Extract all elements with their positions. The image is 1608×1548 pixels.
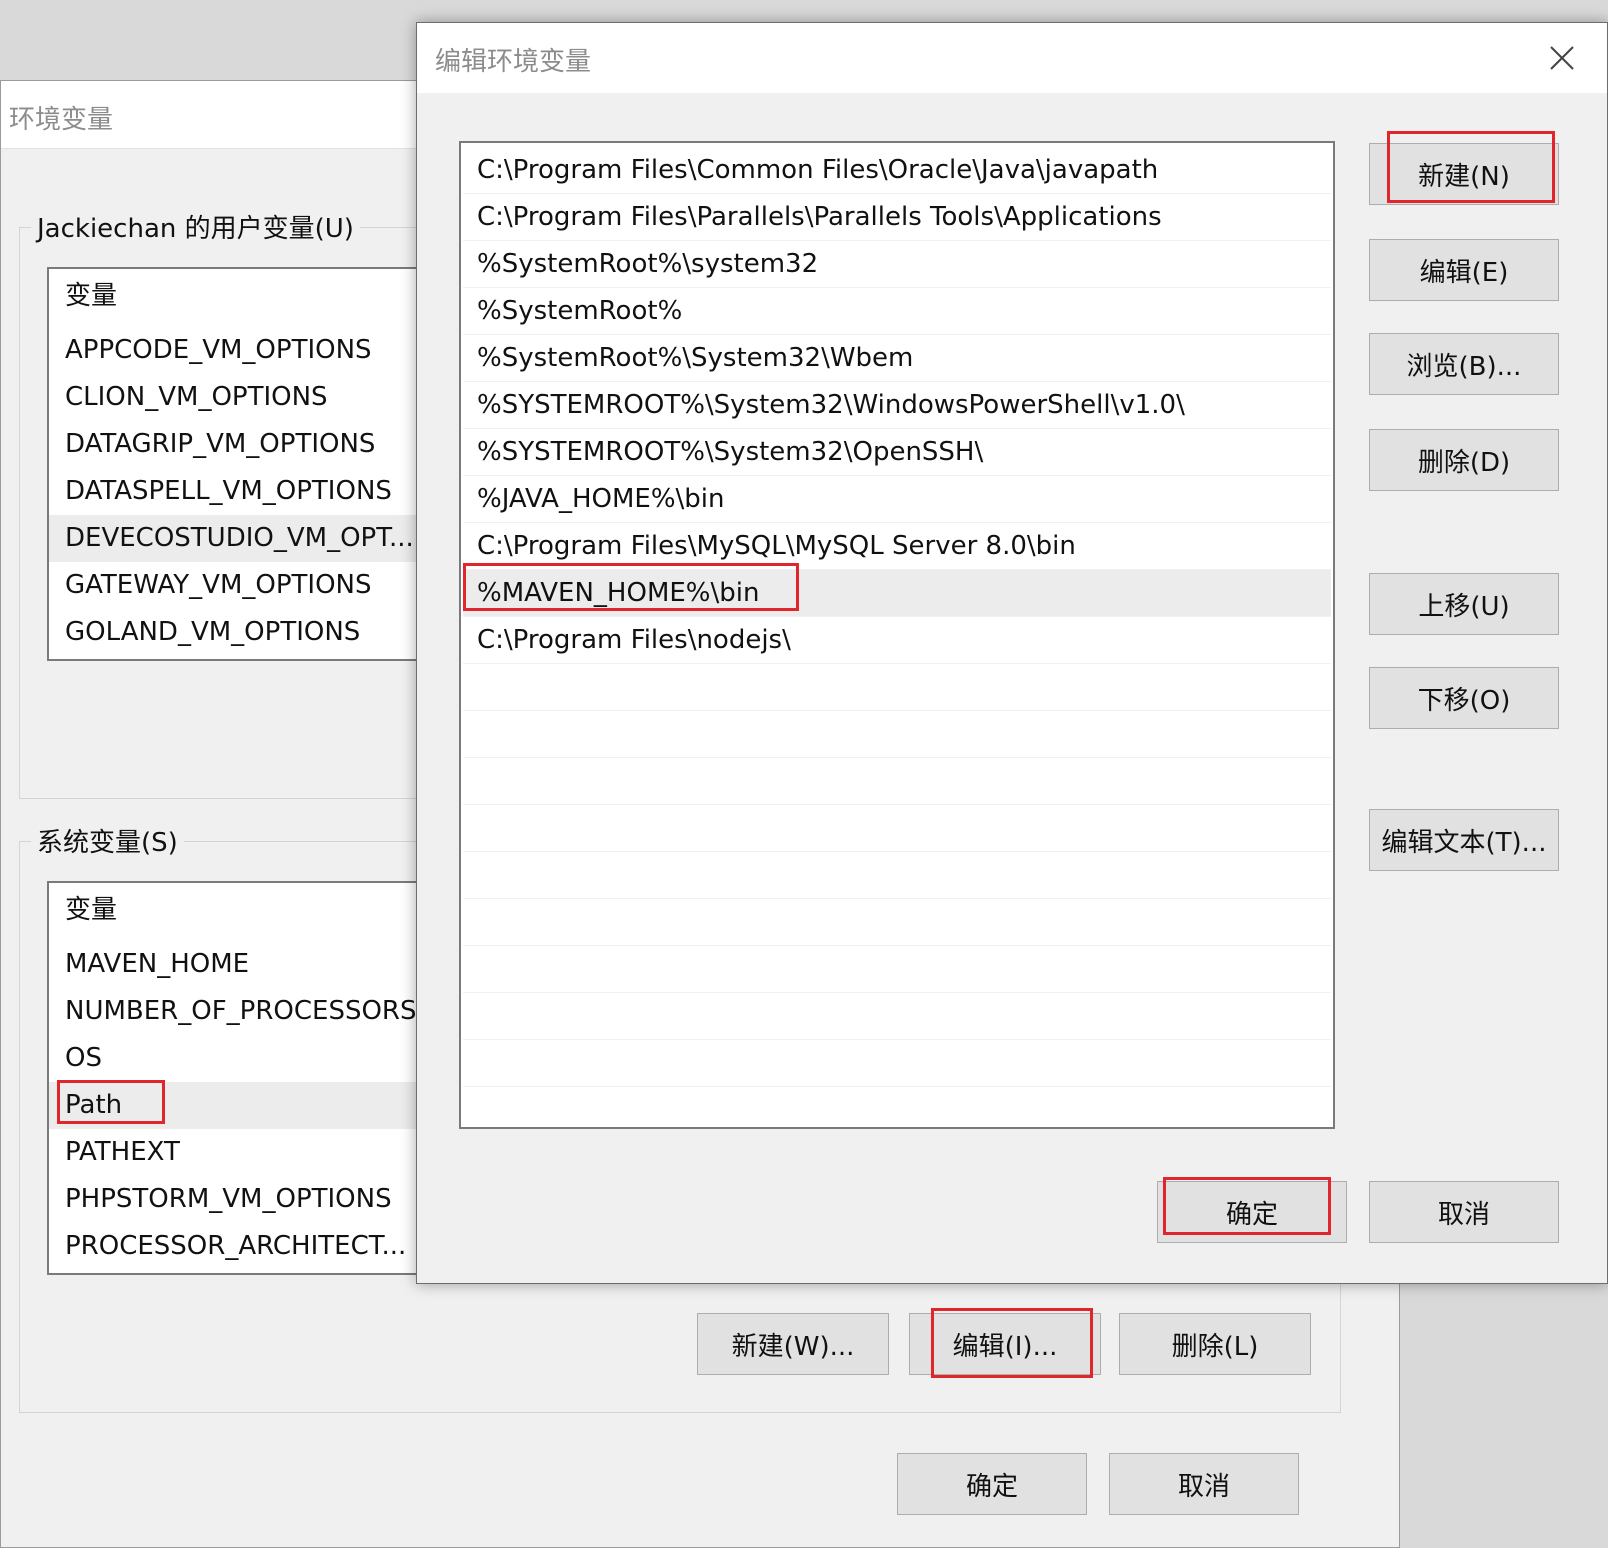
system-vars-legend: 系统变量(S) xyxy=(31,822,184,859)
path-entry-empty[interactable] xyxy=(463,664,1331,711)
path-entry-empty[interactable] xyxy=(463,711,1331,758)
path-move-down-button[interactable]: 下移(O) xyxy=(1369,667,1559,729)
close-icon[interactable] xyxy=(1545,41,1579,75)
path-edit-text-button[interactable]: 编辑文本(T)... xyxy=(1369,809,1559,871)
path-entry-empty[interactable] xyxy=(463,805,1331,852)
path-entry[interactable]: %JAVA_HOME%\bin xyxy=(463,476,1331,523)
path-entry[interactable]: %SystemRoot%\system32 xyxy=(463,241,1331,288)
path-entry-empty[interactable] xyxy=(463,899,1331,946)
system-var-new-button[interactable]: 新建(W)... xyxy=(697,1313,889,1375)
edit-dialog-titlebar: 编辑环境变量 xyxy=(417,23,1607,93)
path-entry[interactable]: %SystemRoot%\System32\Wbem xyxy=(463,335,1331,382)
path-delete-button[interactable]: 删除(D) xyxy=(1369,429,1559,491)
edit-env-variable-dialog: 编辑环境变量 C:\Program Files\Common Files\Ora… xyxy=(416,22,1608,1284)
env-ok-button[interactable]: 确定 xyxy=(897,1453,1087,1515)
path-entry-empty[interactable] xyxy=(463,758,1331,805)
maven-path-highlight xyxy=(463,563,799,611)
edit-dialog-cancel-button[interactable]: 取消 xyxy=(1369,1181,1559,1243)
path-browse-button[interactable]: 浏览(B)... xyxy=(1369,333,1559,395)
path-entry[interactable]: %SYSTEMROOT%\System32\OpenSSH\ xyxy=(463,429,1331,476)
edit-dialog-title: 编辑环境变量 xyxy=(435,47,592,77)
path-edit-button[interactable]: 编辑(E) xyxy=(1369,239,1559,301)
path-row-highlight xyxy=(57,1080,165,1124)
ok-button-highlight xyxy=(1163,1177,1331,1235)
path-entry[interactable]: C:\Program Files\nodejs\ xyxy=(463,617,1331,664)
path-entry[interactable]: %SystemRoot% xyxy=(463,288,1331,335)
path-entries-list[interactable]: C:\Program Files\Common Files\Oracle\Jav… xyxy=(459,141,1335,1129)
edit-button-highlight xyxy=(931,1308,1093,1378)
user-vars-legend: Jackiechan 的用户变量(U) xyxy=(31,208,360,245)
path-entry-empty[interactable] xyxy=(463,993,1331,1040)
path-entry-empty[interactable] xyxy=(463,1040,1331,1087)
path-entry[interactable]: C:\Program Files\Parallels\Parallels Too… xyxy=(463,194,1331,241)
path-entry-empty[interactable] xyxy=(463,852,1331,899)
path-entry-empty[interactable] xyxy=(463,1087,1331,1127)
path-move-up-button[interactable]: 上移(U) xyxy=(1369,573,1559,635)
path-entry[interactable]: C:\Program Files\Common Files\Oracle\Jav… xyxy=(463,147,1331,194)
system-var-delete-button[interactable]: 删除(L) xyxy=(1119,1313,1311,1375)
env-window-title: 环境变量 xyxy=(9,105,114,135)
env-cancel-button[interactable]: 取消 xyxy=(1109,1453,1299,1515)
path-entry-empty[interactable] xyxy=(463,946,1331,993)
new-button-highlight xyxy=(1387,131,1555,203)
path-entry[interactable]: %SYSTEMROOT%\System32\WindowsPowerShell\… xyxy=(463,382,1331,429)
